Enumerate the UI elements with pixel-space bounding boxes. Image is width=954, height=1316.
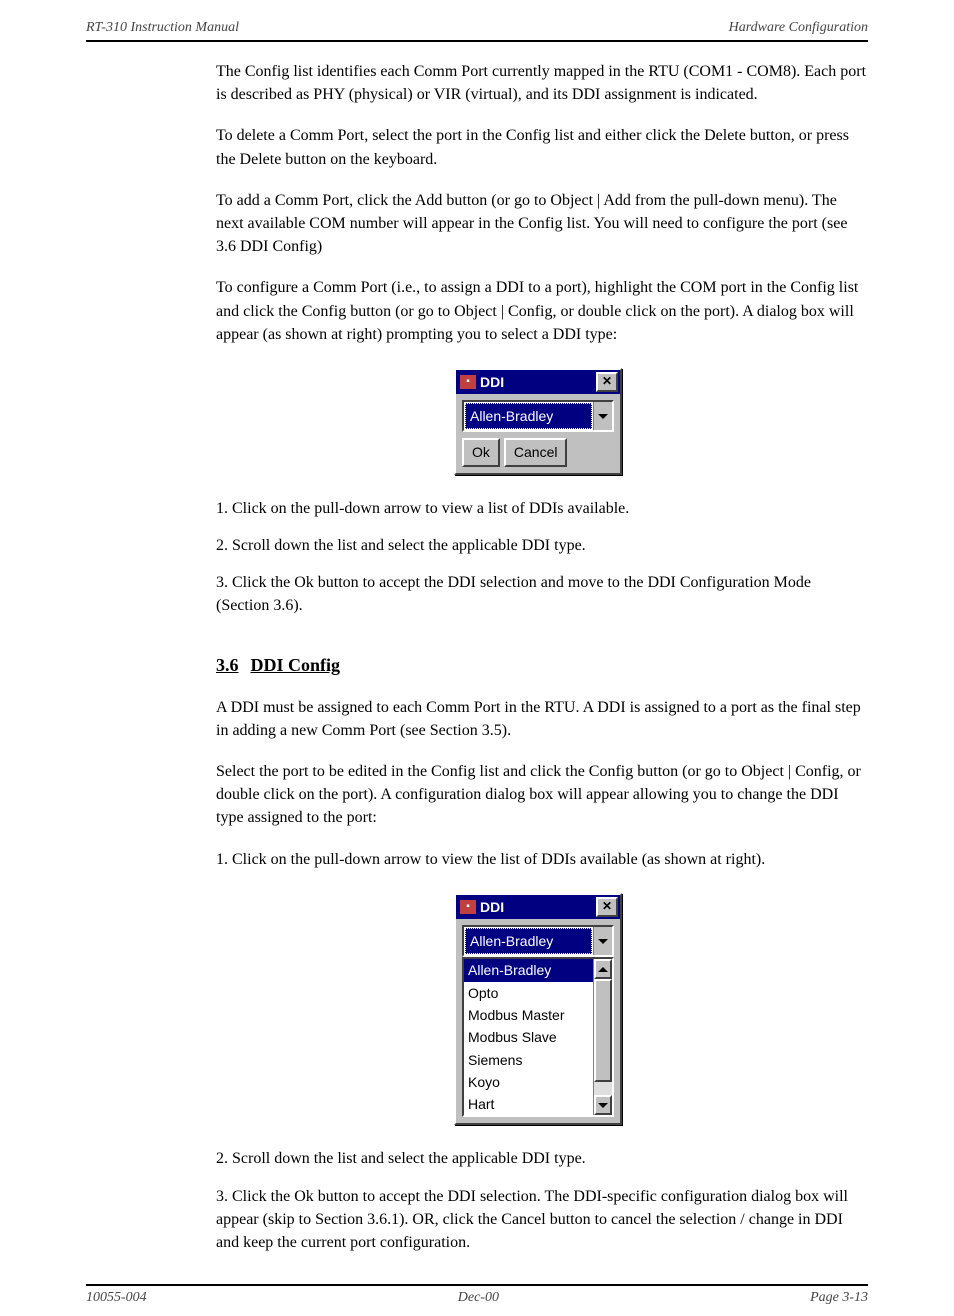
ddi-dialog-collapsed: ▪ DDI ✕ Allen-Bradley Ok Cancel	[454, 368, 622, 475]
scroll-up-icon[interactable]	[594, 959, 612, 979]
header-rule	[86, 40, 868, 42]
step-36-3: 3. Click the Ok button to accept the DDI…	[216, 1185, 868, 1255]
chevron-down-icon-2[interactable]	[593, 927, 612, 955]
step-35-1: 1. Click on the pull-down arrow to view …	[216, 497, 868, 520]
dialog-titlebar: ▪ DDI ✕	[456, 370, 620, 394]
step-36-1: 1. Click on the pull-down arrow to view …	[216, 848, 868, 871]
para-35-2: To delete a Comm Port, select the port i…	[216, 124, 868, 170]
para-36-2: Select the port to be edited in the Conf…	[216, 760, 868, 830]
dialog-title: DDI	[480, 372, 596, 392]
header-right: Hardware Configuration	[729, 20, 868, 36]
para-35-4: To configure a Comm Port (i.e., to assig…	[216, 276, 868, 346]
chevron-down-icon[interactable]	[593, 402, 612, 430]
footer-rule	[86, 1284, 868, 1286]
option-modbus-master[interactable]: Modbus Master	[464, 1004, 593, 1026]
option-koyo[interactable]: Koyo	[464, 1071, 593, 1093]
combo-value: Allen-Bradley	[465, 403, 592, 429]
para-35-3: To add a Comm Port, click the Add button…	[216, 189, 868, 259]
para-35-1: The Config list identifies each Comm Por…	[216, 60, 868, 106]
scroll-thumb[interactable]	[594, 979, 612, 1082]
dialog-title-2: DDI	[480, 897, 596, 917]
ddi-dialog-expanded: ▪ DDI ✕ Allen-Bradley Allen-Bradley Opto…	[454, 893, 622, 1126]
option-modbus-slave[interactable]: Modbus Slave	[464, 1026, 593, 1048]
ok-button[interactable]: Ok	[462, 438, 500, 466]
option-allen-bradley[interactable]: Allen-Bradley	[464, 959, 593, 981]
app-icon-2: ▪	[460, 900, 476, 914]
para-36-1: A DDI must be assigned to each Comm Port…	[216, 696, 868, 742]
footer-center: Dec-00	[458, 1290, 499, 1306]
close-button[interactable]: ✕	[596, 372, 618, 392]
ddi-combo[interactable]: Allen-Bradley	[462, 400, 614, 432]
app-icon: ▪	[460, 375, 476, 389]
ddi-dropdown-list[interactable]: Allen-Bradley Opto Modbus Master Modbus …	[462, 957, 614, 1117]
step-35-3: 3. Click the Ok button to accept the DDI…	[216, 571, 868, 617]
footer-right: Page 3-13	[810, 1290, 868, 1306]
scroll-down-icon[interactable]	[594, 1095, 612, 1115]
option-hart[interactable]: Hart	[464, 1093, 593, 1115]
header-left: RT-310 Instruction Manual	[86, 20, 239, 36]
close-button-2[interactable]: ✕	[596, 897, 618, 917]
dialog-titlebar-2: ▪ DDI ✕	[456, 895, 620, 919]
option-siemens[interactable]: Siemens	[464, 1049, 593, 1071]
combo-value-2: Allen-Bradley	[465, 928, 592, 954]
step-35-2: 2. Scroll down the list and select the a…	[216, 534, 868, 557]
cancel-button[interactable]: Cancel	[504, 438, 568, 466]
footer-left: 10055-004	[86, 1290, 147, 1306]
section-3-6-heading: 3.6DDI Config	[216, 652, 868, 678]
step-36-2: 2. Scroll down the list and select the a…	[216, 1147, 868, 1170]
option-opto[interactable]: Opto	[464, 982, 593, 1004]
ddi-combo-2[interactable]: Allen-Bradley	[462, 925, 614, 957]
dropdown-scrollbar[interactable]	[593, 959, 612, 1115]
